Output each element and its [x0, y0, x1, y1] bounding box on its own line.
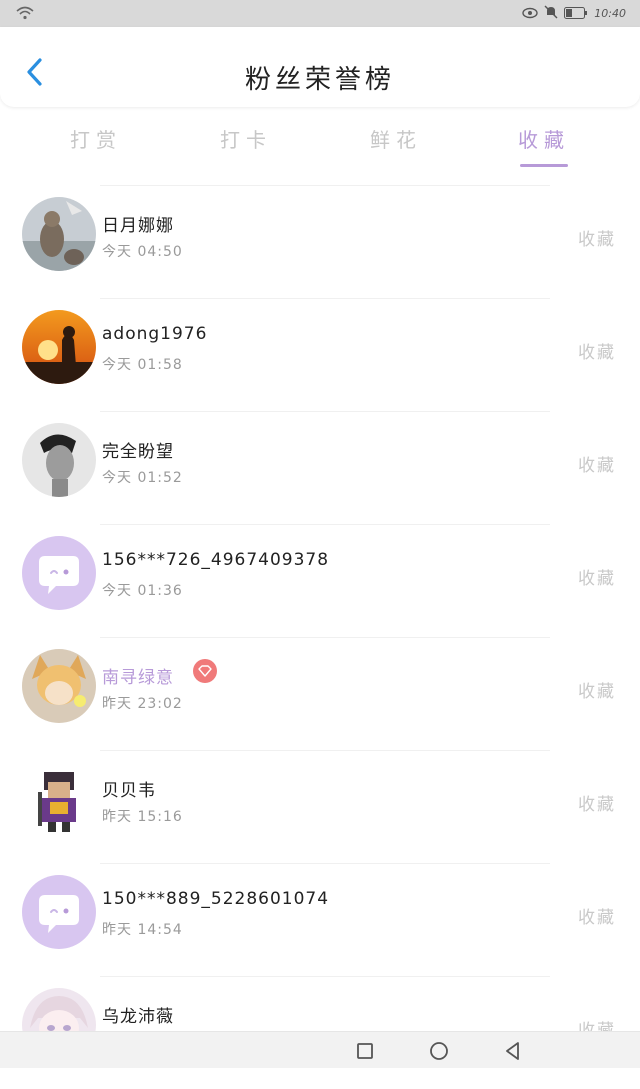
circle-icon: [430, 1042, 448, 1060]
list-item[interactable]: 150***889_5228601074 昨天 14:54 收藏: [0, 863, 640, 976]
tab-label: 打卡: [220, 128, 272, 152]
tab-label: 打赏: [70, 128, 122, 152]
list-item[interactable]: 156***726_4967409378 今天 01:36 收藏: [0, 524, 640, 637]
list-item[interactable]: 完全盼望 今天 01:52 收藏: [0, 411, 640, 524]
tab-reward[interactable]: 打赏: [36, 124, 156, 153]
default-chat-avatar-icon: [22, 875, 96, 949]
mute-bell-icon: [544, 4, 558, 23]
home-button[interactable]: [428, 1040, 450, 1062]
divider: [100, 524, 550, 525]
fan-name: 150***889_5228601074: [102, 889, 330, 909]
divider: [100, 863, 550, 864]
clock-text: 10:40: [594, 7, 626, 20]
header-bar: 粉丝荣誉榜: [0, 27, 640, 107]
fan-time: 今天 04:50: [102, 244, 183, 260]
divider: [100, 976, 550, 977]
default-chat-avatar-icon: [22, 536, 96, 610]
avatar[interactable]: [22, 310, 96, 384]
recent-apps-button[interactable]: [354, 1040, 376, 1062]
fan-name: 贝贝韦: [102, 781, 156, 801]
fan-time: 昨天 15:16: [102, 809, 183, 825]
fan-name: adong1976: [102, 324, 208, 344]
fan-time: 昨天 14:54: [102, 922, 183, 938]
divider: [100, 637, 550, 638]
wifi-icon: [16, 5, 34, 24]
tab-favorites[interactable]: 收藏: [484, 124, 604, 167]
favorite-label: 收藏: [578, 569, 616, 589]
divider: [100, 185, 550, 186]
divider: [100, 298, 550, 299]
square-icon: [357, 1043, 373, 1059]
status-bar: 10:40: [0, 0, 640, 27]
list-item[interactable]: 日月娜娜 今天 04:50 收藏: [0, 185, 640, 298]
tab-bar: 打赏 打卡 鲜花 收藏: [0, 110, 640, 170]
fan-time: 昨天 23:02: [102, 696, 183, 712]
battery-icon: [564, 4, 588, 23]
avatar[interactable]: [22, 762, 96, 836]
fan-name: 156***726_4967409378: [102, 550, 330, 570]
fan-name: 南寻绿意: [102, 668, 174, 688]
list-item[interactable]: 贝贝韦 昨天 15:16 收藏: [0, 750, 640, 863]
favorite-label: 收藏: [578, 795, 616, 815]
tab-label: 收藏: [518, 128, 570, 152]
favorite-label: 收藏: [578, 456, 616, 476]
page-title: 粉丝荣誉榜: [244, 65, 395, 95]
list-item[interactable]: adong1976 今天 01:58 收藏: [0, 298, 640, 411]
tab-checkin[interactable]: 打卡: [186, 124, 306, 153]
fan-time: 今天 01:36: [102, 583, 183, 599]
divider: [100, 750, 550, 751]
fan-name: 完全盼望: [102, 442, 174, 462]
favorite-label: 收藏: [578, 908, 616, 928]
favorite-label: 收藏: [578, 230, 616, 250]
avatar[interactable]: [22, 875, 96, 949]
triangle-back-icon: [506, 1042, 519, 1060]
active-tab-indicator: [520, 164, 568, 167]
fan-name: 乌龙沛薇: [102, 1007, 174, 1027]
avatar[interactable]: [22, 649, 96, 723]
favorite-label: 收藏: [578, 682, 616, 702]
avatar[interactable]: [22, 197, 96, 271]
tab-flowers[interactable]: 鲜花: [336, 124, 456, 153]
fan-time: 今天 01:52: [102, 470, 183, 486]
fan-name: 日月娜娜: [102, 216, 174, 236]
avatar[interactable]: [22, 423, 96, 497]
eye-icon: [522, 4, 538, 23]
list-item[interactable]: 南寻绿意 昨天 23:02 收藏: [0, 637, 640, 750]
system-nav-bar: [0, 1031, 640, 1068]
tab-label: 鲜花: [370, 128, 422, 152]
diamond-icon: [193, 659, 217, 683]
divider: [100, 411, 550, 412]
favorite-label: 收藏: [578, 343, 616, 363]
back-nav-button[interactable]: [502, 1040, 524, 1062]
fan-time: 今天 01:58: [102, 357, 183, 373]
avatar[interactable]: [22, 536, 96, 610]
